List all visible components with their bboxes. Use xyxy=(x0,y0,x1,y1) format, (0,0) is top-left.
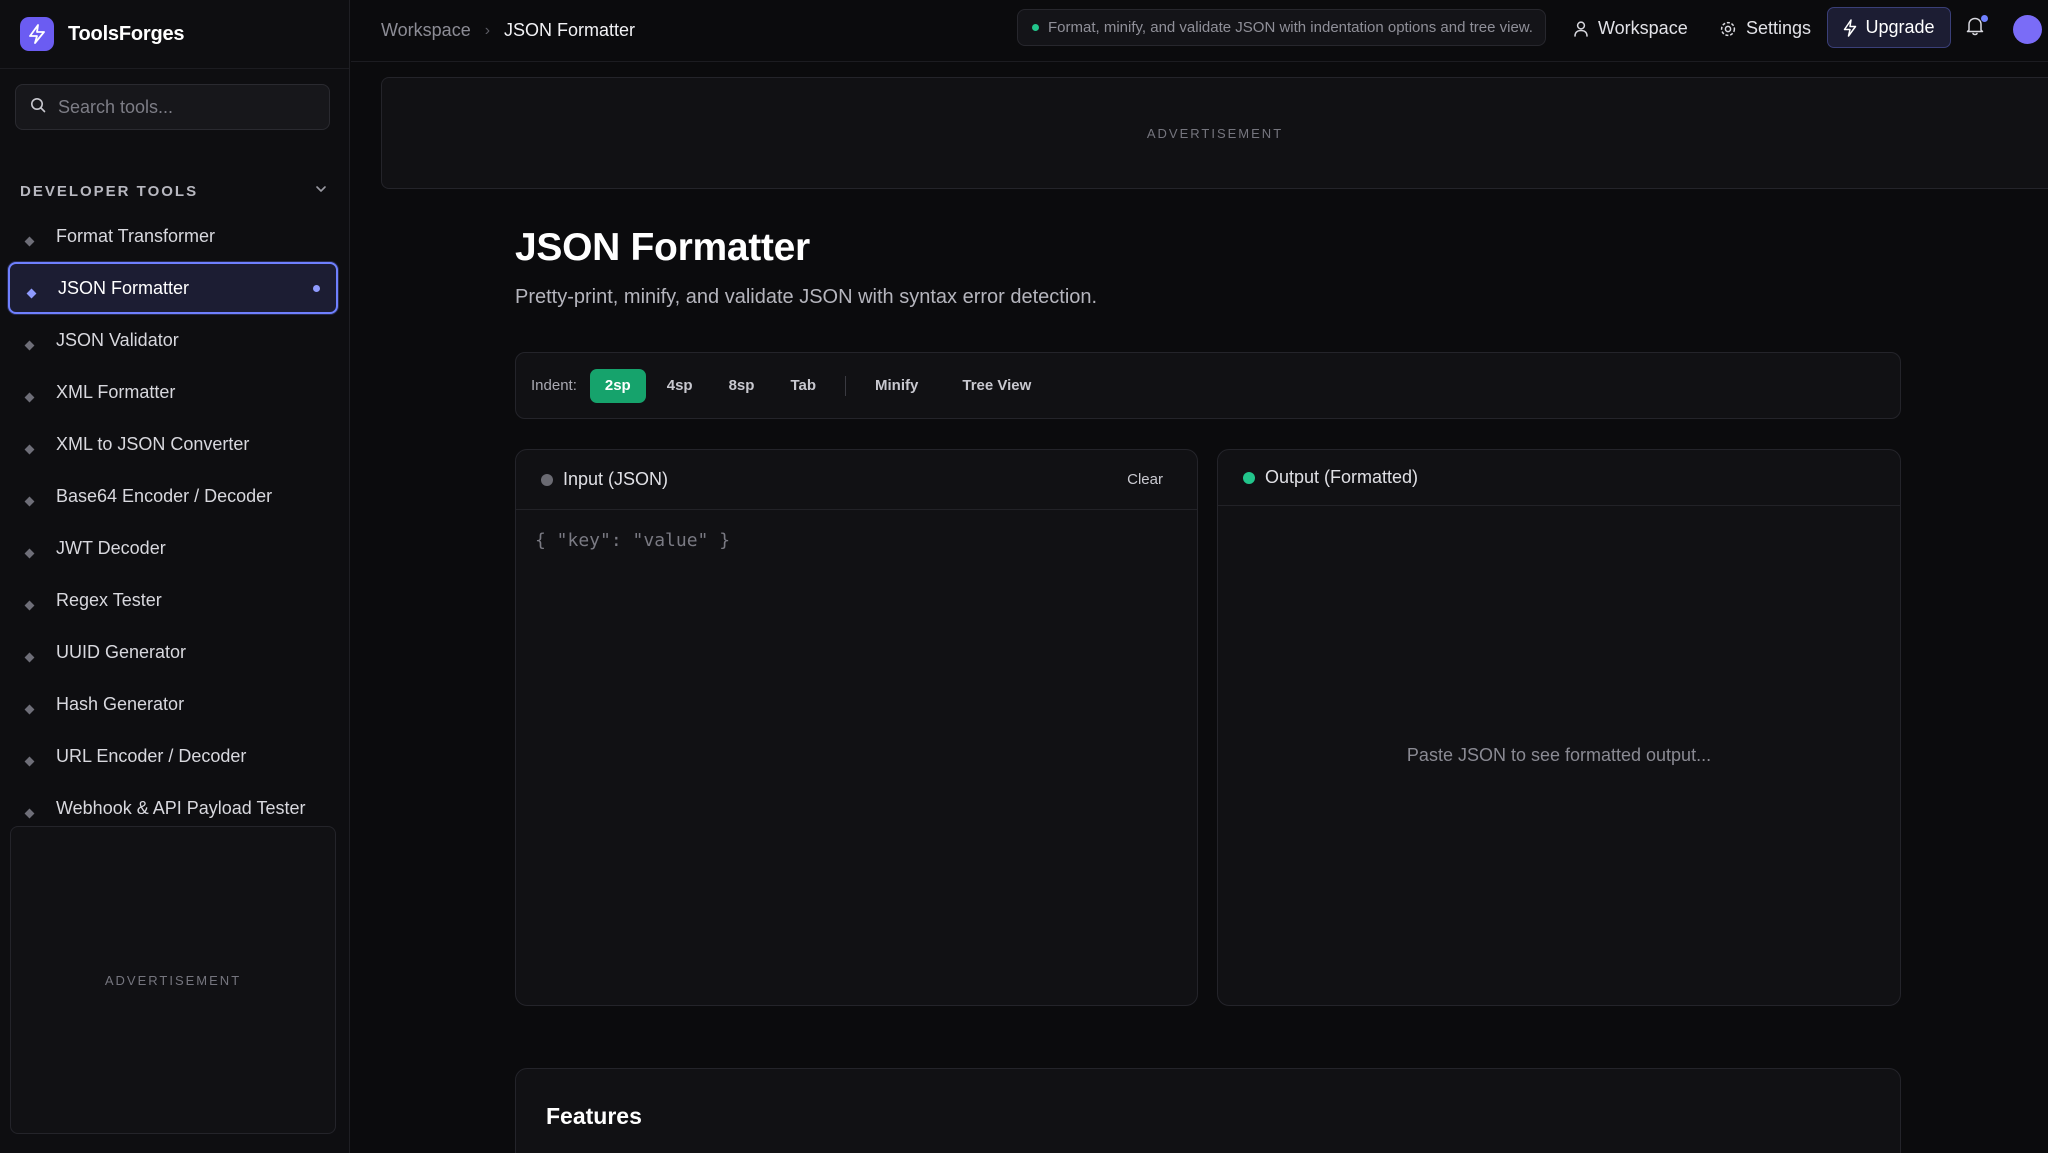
features-title: Features xyxy=(546,1103,642,1129)
section-title: DEVELOPER TOOLS xyxy=(20,182,199,200)
indent-label: Indent: xyxy=(531,377,577,394)
sidebar-item-json-formatter[interactable]: JSON Formatter xyxy=(8,262,338,314)
status-dot xyxy=(1032,24,1039,31)
sidebar-item-label: Regex Tester xyxy=(56,589,162,610)
chevron-right-icon: › xyxy=(484,21,491,39)
tool-nav: Format Transformer JSON Formatter JSON V… xyxy=(8,210,338,834)
sidebar-item-regex-tester[interactable]: Regex Tester xyxy=(8,574,338,626)
diamond-icon xyxy=(24,236,35,246)
toolbar-divider xyxy=(845,375,847,396)
diamond-icon xyxy=(24,756,35,766)
breadcrumb: Workspace › JSON Formatter xyxy=(381,20,635,41)
diamond-icon xyxy=(24,704,35,714)
chevron-down-icon[interactable] xyxy=(314,182,328,201)
sidebar-item-label: UUID Generator xyxy=(56,641,187,662)
workspace-button[interactable]: Workspace xyxy=(1573,18,1688,39)
sidebar-item-label: JSON Formatter xyxy=(58,277,190,298)
diamond-icon xyxy=(24,652,35,662)
indent-4sp-button[interactable]: 4sp xyxy=(652,369,708,403)
search-box[interactable] xyxy=(15,84,330,130)
sidebar-item-format-transformer[interactable]: Format Transformer xyxy=(8,210,338,262)
sidebar-advertisement[interactable]: ADVERTISEMENT xyxy=(10,826,336,1134)
settings-button[interactable]: Settings xyxy=(1719,18,1811,39)
page-title: JSON Formatter xyxy=(515,226,810,269)
indent-2sp-button[interactable]: 2sp xyxy=(589,368,646,403)
breadcrumb-current: JSON Formatter xyxy=(504,20,636,40)
diamond-icon xyxy=(24,548,35,558)
top-advertisement[interactable]: ADVERTISEMENT xyxy=(381,77,2048,189)
sidebar-item-uuid-generator[interactable]: UUID Generator xyxy=(8,626,338,678)
active-indicator xyxy=(313,284,320,292)
page-subtitle: Pretty-print, minify, and validate JSON … xyxy=(515,286,1098,308)
upgrade-label: Upgrade xyxy=(1865,17,1935,37)
breadcrumb-workspace[interactable]: Workspace xyxy=(381,20,471,41)
format-toolbar: Indent: 2sp 4sp 8sp Tab Minify Tree View xyxy=(515,352,1901,419)
output-panel-header: Output (Formatted) xyxy=(1218,450,1900,506)
bolt-icon xyxy=(20,17,54,51)
diamond-icon xyxy=(24,392,35,402)
search-icon xyxy=(30,97,46,118)
minify-button[interactable]: Minify xyxy=(860,369,933,403)
sidebar-item-label: XML Formatter xyxy=(56,381,176,402)
ad-label: ADVERTISEMENT xyxy=(1146,125,1284,141)
sidebar-item-label: XML to JSON Converter xyxy=(56,433,250,454)
workspace-label: Workspace xyxy=(1598,18,1688,38)
sidebar-item-label: Webhook & API Payload Tester xyxy=(56,797,306,818)
sidebar-item-hash-generator[interactable]: Hash Generator xyxy=(8,678,338,730)
diamond-icon xyxy=(24,340,35,350)
sidebar-item-xml-to-json[interactable]: XML to JSON Converter xyxy=(8,418,338,470)
tool-info-text: Format, minify, and validate JSON with i… xyxy=(1048,19,1533,36)
sidebar-item-label: JSON Validator xyxy=(56,329,179,350)
sidebar-item-json-validator[interactable]: JSON Validator xyxy=(8,314,338,366)
input-panel-header: Input (JSON) Clear xyxy=(516,450,1197,510)
bolt-icon xyxy=(1844,18,1857,37)
tool-info-pill: Format, minify, and validate JSON with i… xyxy=(1017,9,1546,46)
sidebar-item-jwt-decoder[interactable]: JWT Decoder xyxy=(8,522,338,574)
app: ToolsForges DEVELOPER TOOLS Format Trans… xyxy=(0,0,2048,1153)
indent-8sp-button[interactable]: 8sp xyxy=(714,369,770,403)
notification-badge xyxy=(1981,15,1988,22)
output-panel: Output (Formatted) Paste JSON to see for… xyxy=(1217,449,1901,1006)
output-status-dot xyxy=(1243,471,1255,484)
diamond-icon xyxy=(24,496,35,506)
input-status-dot xyxy=(541,473,553,486)
features-section: Features xyxy=(515,1068,1901,1153)
output-panel-title: Output (Formatted) xyxy=(1265,467,1419,487)
sidebar-item-url-encoder[interactable]: URL Encoder / Decoder xyxy=(8,730,338,782)
sidebar-item-base64[interactable]: Base64 Encoder / Decoder xyxy=(8,470,338,522)
tree-view-button[interactable]: Tree View xyxy=(947,369,1046,403)
gear-icon xyxy=(1720,21,1736,36)
clear-button[interactable]: Clear xyxy=(1127,471,1163,488)
sidebar-item-label: JWT Decoder xyxy=(56,537,166,558)
avatar[interactable] xyxy=(2013,15,2042,44)
user-icon xyxy=(1574,20,1588,37)
ad-label: ADVERTISEMENT xyxy=(104,972,242,988)
search-input[interactable] xyxy=(58,96,318,118)
sidebar: ToolsForges DEVELOPER TOOLS Format Trans… xyxy=(0,0,350,1153)
sidebar-item-label: Format Transformer xyxy=(56,225,216,246)
sidebar-item-label: Base64 Encoder / Decoder xyxy=(56,485,273,506)
upgrade-button[interactable]: Upgrade xyxy=(1827,7,1951,48)
json-input[interactable] xyxy=(535,530,1175,990)
brand-name: ToolsForges xyxy=(68,22,185,45)
diamond-icon xyxy=(26,288,37,298)
topbar: Workspace › JSON Formatter Format, minif… xyxy=(351,0,2048,62)
output-placeholder: Paste JSON to see formatted output... xyxy=(1406,745,1712,765)
settings-label: Settings xyxy=(1746,18,1812,38)
diamond-icon xyxy=(24,600,35,610)
section-developer-tools[interactable]: DEVELOPER TOOLS xyxy=(20,178,328,204)
diamond-icon xyxy=(24,808,35,818)
input-panel-title: Input (JSON) xyxy=(563,469,669,489)
brand[interactable]: ToolsForges xyxy=(0,0,349,69)
diamond-icon xyxy=(24,444,35,454)
sidebar-item-label: Hash Generator xyxy=(56,693,185,714)
sidebar-item-label: URL Encoder / Decoder xyxy=(56,745,247,766)
sidebar-item-xml-formatter[interactable]: XML Formatter xyxy=(8,366,338,418)
indent-tab-button[interactable]: Tab xyxy=(775,369,831,403)
input-panel: Input (JSON) Clear xyxy=(515,449,1198,1006)
